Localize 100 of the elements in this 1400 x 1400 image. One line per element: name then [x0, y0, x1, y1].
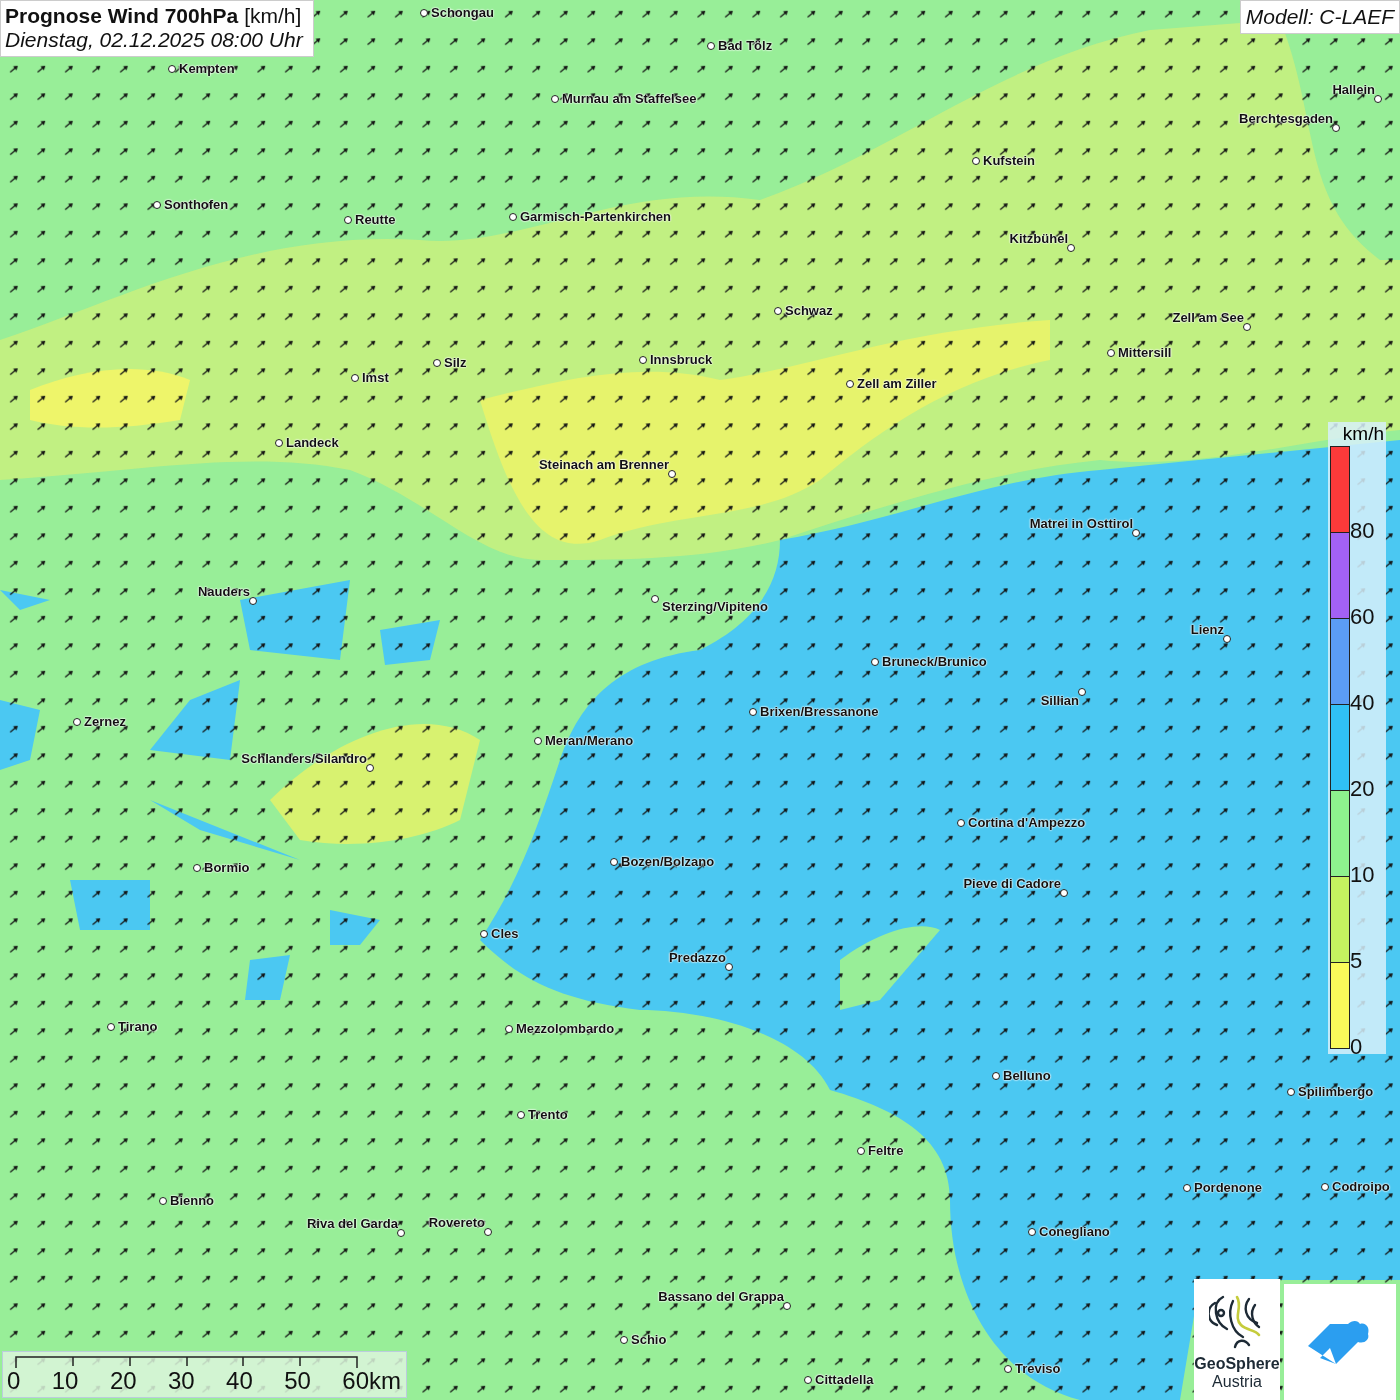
city-marker-icon [366, 764, 374, 772]
city-marker-icon [509, 213, 517, 221]
city-marker-icon [517, 1111, 525, 1119]
city-label: Schwaz [785, 303, 833, 319]
city-marker-icon [957, 819, 965, 827]
city-label: Kitzbühel [1009, 231, 1068, 247]
city-marker-icon [992, 1072, 1000, 1080]
city-label: Nauders [197, 584, 250, 600]
city-marker-icon [1028, 1228, 1036, 1236]
city-marker-icon [774, 307, 782, 315]
city-marker-icon [651, 595, 659, 603]
city-label: Meran/Merano [545, 733, 634, 749]
city-marker-icon [610, 858, 618, 866]
legend-unit: km/h [1342, 422, 1385, 446]
city-label: Belluno [1003, 1068, 1051, 1084]
city-label: Schio [631, 1332, 667, 1348]
city-marker-icon [159, 1197, 167, 1205]
city-label: Zell am See [1172, 310, 1244, 326]
legend-value: 40 [1350, 690, 1375, 716]
city-marker-icon [1004, 1365, 1012, 1373]
city-label: Sillian [1040, 693, 1079, 709]
city-marker-icon [1332, 124, 1340, 132]
scale-tick-label: 50 [284, 1368, 311, 1394]
legend-value: 10 [1350, 862, 1375, 888]
city-label: Treviso [1015, 1361, 1061, 1377]
scale-tick-label: 10 [51, 1368, 79, 1394]
city-label: Matrei in Osttirol [1029, 516, 1133, 532]
scale-tick-label: 60km [342, 1368, 401, 1394]
map-title: Prognose Wind 700hPa [5, 4, 239, 28]
scale-tick-label: 30 [168, 1368, 195, 1394]
city-label: Kempten [179, 61, 235, 77]
city-marker-icon [1107, 349, 1115, 357]
city-marker-icon [397, 1229, 405, 1237]
city-label: Zernez [84, 714, 126, 730]
unit-label: [km/h] [244, 4, 302, 28]
city-marker-icon [783, 1302, 791, 1310]
legend-value: 0 [1350, 1034, 1363, 1060]
city-label: Schlanders/Silandro [241, 751, 367, 767]
city-label: Bruneck/Brunico [882, 654, 987, 670]
city-marker-icon [1078, 688, 1086, 696]
city-marker-icon [749, 708, 757, 716]
city-marker-icon [972, 157, 980, 165]
city-marker-icon [551, 95, 559, 103]
legend-value: 80 [1350, 518, 1375, 544]
legend-value: 60 [1350, 604, 1375, 630]
city-label: Reutte [355, 212, 396, 228]
scale-tick-label: 0 [7, 1368, 21, 1394]
scale-tick-label: 40 [226, 1368, 253, 1394]
city-label: Rovereto [428, 1215, 485, 1231]
city-label: Bienno [170, 1193, 215, 1209]
city-marker-icon [484, 1228, 492, 1236]
city-label: Schongau [431, 5, 494, 21]
city-marker-icon [344, 216, 352, 224]
city-label: Berchtesgaden [1239, 111, 1333, 127]
city-marker-icon [1243, 323, 1251, 331]
city-label: Cortina d'Ampezzo [968, 815, 1086, 831]
city-label: Riva del Garda [306, 1216, 398, 1232]
city-label: Mezzolombardo [516, 1021, 615, 1037]
city-marker-icon [725, 963, 733, 971]
city-label: Sonthofen [164, 197, 229, 213]
city-label: Bormio [204, 860, 250, 876]
city-marker-icon [1067, 244, 1075, 252]
city-label: Brixen/Bressanone [760, 704, 879, 720]
city-marker-icon [534, 737, 542, 745]
city-label: Codroipo [1332, 1179, 1390, 1195]
city-marker-icon [871, 658, 879, 666]
city-marker-icon [480, 930, 488, 938]
city-label: Bassano del Grappa [658, 1289, 784, 1305]
city-label: Cittadella [815, 1372, 874, 1388]
city-marker-icon [1287, 1088, 1295, 1096]
city-label: Trento [528, 1107, 568, 1123]
city-label: Zell am Ziller [857, 376, 937, 392]
city-label: Feltre [868, 1143, 904, 1159]
scale-tick-label: 20 [109, 1368, 137, 1394]
city-marker-icon [420, 9, 428, 17]
city-marker-icon [1183, 1184, 1191, 1192]
city-marker-icon [1060, 889, 1068, 897]
model-label: Modell: C-LAEF [1239, 0, 1400, 34]
city-marker-icon [168, 65, 176, 73]
city-marker-icon [668, 470, 676, 478]
city-marker-icon [846, 380, 854, 388]
city-label: Predazzo [668, 950, 726, 966]
city-label: Kufstein [983, 153, 1035, 169]
city-label: Tirano [118, 1019, 158, 1035]
city-label: Sterzing/Vipiteno [662, 599, 768, 615]
city-label: Lienz [1190, 622, 1224, 638]
logo-name: GeoSphere [1194, 1355, 1280, 1373]
city-marker-icon [620, 1336, 628, 1344]
city-label: Landeck [286, 435, 339, 451]
city-label: Bad Tölz [718, 38, 773, 54]
city-marker-icon [857, 1147, 865, 1155]
city-marker-icon [249, 597, 257, 605]
city-marker-icon [1132, 529, 1140, 537]
city-label: Pieve di Cadore [963, 876, 1061, 892]
city-marker-icon [1223, 635, 1231, 643]
city-label: Murnau am Staffelsee [562, 91, 697, 107]
city-marker-icon [351, 374, 359, 382]
city-marker-icon [804, 1376, 812, 1384]
city-marker-icon [433, 359, 441, 367]
city-marker-icon [707, 42, 715, 50]
